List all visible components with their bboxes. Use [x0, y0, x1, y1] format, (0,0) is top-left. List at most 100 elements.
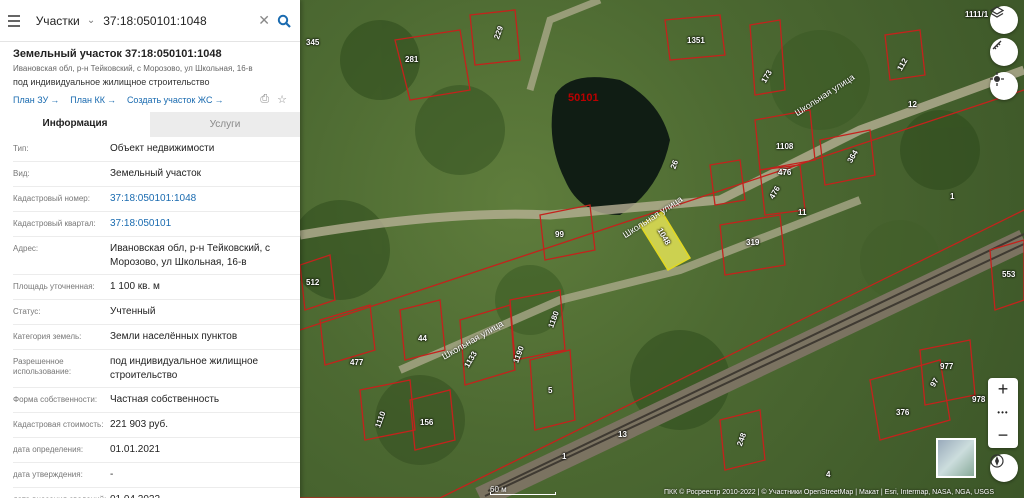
- search-input[interactable]: [103, 13, 259, 28]
- parcel-boundary: [884, 29, 926, 81]
- parcel-number: 345: [306, 38, 320, 47]
- parcel-number: 319: [746, 238, 760, 247]
- close-icon[interactable]: ✕: [258, 12, 270, 29]
- property-row: Кадастровый номер: 37:18:050101:1048: [13, 187, 300, 212]
- locate-button[interactable]: [990, 72, 1018, 100]
- parcel-number: 11: [798, 208, 807, 217]
- property-key: дата утверждения:: [13, 470, 83, 479]
- layers-icon: [990, 6, 1004, 18]
- parcel-number: 44: [418, 334, 427, 343]
- parcel-number: 156: [420, 418, 434, 427]
- plan-kk-link[interactable]: План КК →: [70, 95, 116, 105]
- zoom-more-button[interactable]: •••: [988, 401, 1018, 424]
- layers-button[interactable]: [990, 6, 1018, 34]
- parcel-number: 1: [562, 452, 567, 461]
- parcel-number: 477: [350, 358, 364, 367]
- search-button[interactable]: [276, 10, 292, 32]
- property-value: Земельный участок: [110, 168, 202, 179]
- parcel-number: 512: [306, 278, 320, 287]
- property-row: Разрешенное использование: под индивидуал…: [13, 350, 300, 388]
- object-usage: под индивидуальное жилищное строительств…: [13, 77, 210, 87]
- parcel-number: 476: [778, 168, 792, 177]
- property-key: Разрешенное использование:: [13, 357, 72, 376]
- print-icon[interactable]: ⎙: [260, 93, 269, 106]
- property-key: дата определения:: [13, 445, 84, 454]
- parcel-number: 376: [896, 408, 910, 417]
- parcel-number: 12: [908, 100, 917, 109]
- property-row: дата утверждения: -: [13, 463, 300, 488]
- cadastral-number-link[interactable]: 37:18:050101:1048: [110, 187, 300, 211]
- property-value: Частная собственность: [110, 394, 220, 405]
- tabs: Информация Услуги: [0, 112, 300, 137]
- object-title: Земельный участок 37:18:050101:1048: [13, 48, 222, 60]
- property-value: Ивановская обл, р-н Тейковский, с Морозо…: [110, 243, 271, 268]
- property-value: Земли населённых пунктов: [110, 331, 238, 342]
- property-key: Кадастровый квартал:: [13, 219, 96, 228]
- create-parcel-link[interactable]: Создать участок ЖС →: [127, 95, 224, 105]
- property-value: 01.01.2021: [110, 444, 161, 455]
- property-key: Кадастровый номер:: [13, 194, 90, 203]
- parcel-number: 99: [555, 230, 564, 239]
- property-value: -: [110, 469, 114, 480]
- search-icon: [277, 14, 291, 28]
- zoom-control: + ••• −: [988, 378, 1018, 448]
- property-key: Категория земель:: [13, 332, 82, 341]
- property-value: под индивидуальное жилищное строительств…: [110, 356, 259, 381]
- compass-icon: [990, 454, 1004, 468]
- property-value: 1 100 кв. м: [110, 281, 160, 292]
- scale-bar: [490, 492, 556, 495]
- parcel-boundary: [869, 359, 951, 441]
- property-key: Вид:: [13, 169, 30, 178]
- plan-zu-link[interactable]: План ЗУ →: [13, 95, 59, 105]
- zoom-out-button[interactable]: −: [988, 424, 1018, 447]
- parcel-number: 281: [405, 55, 419, 64]
- property-value: Объект недвижимости: [110, 143, 215, 154]
- property-value: 01.04.2022: [110, 488, 300, 498]
- property-list: Тип: Объект недвижимости Вид: Земельный уч…: [0, 137, 300, 498]
- parcel-number: 1: [950, 192, 955, 201]
- tab-services[interactable]: Услуги: [150, 112, 300, 137]
- property-key: дата внесения сведений:: [13, 488, 110, 498]
- crosshair-icon: [990, 72, 1004, 86]
- search-type-select[interactable]: Участки: [36, 14, 87, 28]
- map-view[interactable]: 50101 Школьная улица Школьная улица Школ…: [300, 0, 1024, 498]
- property-key: Адрес:: [13, 244, 39, 253]
- property-key: Форма собственности:: [13, 395, 98, 404]
- tab-info[interactable]: Информация: [0, 112, 150, 137]
- zoom-in-button[interactable]: +: [988, 378, 1018, 401]
- basemap-switcher[interactable]: [936, 438, 976, 478]
- info-panel: Участки ⌄ ✕ Земельный участок 37:18:0501…: [0, 0, 300, 498]
- search-bar: Участки ⌄ ✕: [0, 0, 300, 42]
- parcel-number: 1351: [687, 36, 705, 45]
- road: [526, 0, 602, 91]
- parcel-number: 5: [548, 386, 553, 395]
- attribution: ПКК © Росреестр 2010-2022 | © Участники …: [664, 489, 994, 496]
- parcel-number: 1111/1: [965, 10, 989, 19]
- property-row: дата определения: 01.01.2021: [13, 438, 300, 463]
- property-row: Адрес: Ивановская обл, р-н Тейковский, с …: [13, 237, 300, 275]
- property-key: Площадь уточненная:: [13, 282, 95, 291]
- property-row: Форма собственности: Частная собственност…: [13, 388, 300, 413]
- parcel-boundary: [919, 339, 976, 406]
- property-value: Учтенный: [110, 306, 156, 317]
- property-row: Кадастровая стоимость: 221 903 руб.: [13, 413, 300, 438]
- star-icon[interactable]: ☆: [277, 93, 287, 106]
- compass-button[interactable]: [990, 454, 1018, 482]
- ruler-icon: [992, 40, 1002, 50]
- property-row: Статус: Учтенный: [13, 300, 300, 325]
- property-key: Кадастровая стоимость:: [13, 420, 104, 429]
- map-canvas[interactable]: [300, 0, 1024, 498]
- property-key: Статус:: [13, 307, 41, 316]
- cadastral-quarter-link[interactable]: 37:18:050101: [110, 212, 300, 236]
- property-row: Категория земель: Земли населённых пункто…: [13, 325, 300, 350]
- property-value: 221 903 руб.: [110, 419, 168, 430]
- menu-icon[interactable]: [8, 14, 20, 27]
- property-key: Тип:: [13, 144, 29, 153]
- quarter-label: 50101: [568, 92, 599, 104]
- chevron-down-icon[interactable]: ⌄: [87, 15, 95, 26]
- property-row: дата внесения сведений:01.04.2022: [13, 488, 300, 498]
- parcel-number: 553: [1002, 270, 1016, 279]
- property-row: Тип: Объект недвижимости: [13, 137, 300, 162]
- parcel-number: 977: [940, 362, 954, 371]
- ruler-button[interactable]: [990, 38, 1018, 66]
